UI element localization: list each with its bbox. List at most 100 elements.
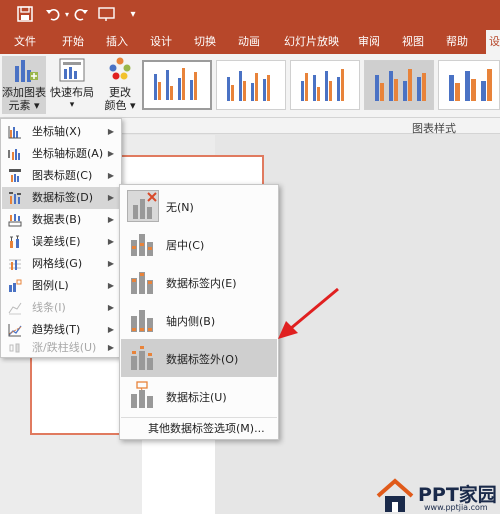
gridlines-icon [8, 257, 22, 271]
submenu-arrow-icon: ▶ [107, 127, 114, 136]
menu-item-label: 数据表(B) [32, 213, 82, 226]
submenu-arrow-icon: ▶ [107, 215, 114, 224]
menu-item-label: 网格线(G) [32, 257, 83, 270]
tab-transitions[interactable]: 切换 [194, 30, 216, 54]
data-labels-submenu: 无(N) 居中(C) 数据标签内(E) 轴内侧(B) 数据标签外(O) 数据标注… [119, 184, 279, 440]
watermark: PPT家园 www.pptjia.com [374, 476, 500, 514]
add-chart-element-label-2: 元素 [8, 99, 31, 112]
annotation-arrow-icon [278, 287, 339, 339]
submenu-arrow-icon: ▶ [107, 281, 114, 290]
axis-titles-icon [8, 147, 22, 161]
data-labels-inside-end-option[interactable]: 数据标签内(E) [121, 263, 277, 301]
change-colors-label-2: 颜色 [104, 99, 127, 112]
title-bar: ▾ ▾ [0, 0, 500, 30]
data-table-icon [8, 213, 22, 227]
chart-styles-group-label: 图表样式 [412, 122, 456, 135]
chart-style-4[interactable] [364, 60, 434, 110]
quick-layout-button[interactable]: 快速布局 ▾ [50, 56, 94, 114]
quick-layout-icon [57, 56, 87, 84]
menu-item-label: 坐标轴(X) [32, 125, 82, 138]
menu-item-data-labels[interactable]: 数据标签(D) ▶ [2, 187, 120, 209]
option-label: 数据标签外(O) [166, 353, 239, 366]
tab-slideshow[interactable]: 幻灯片放映 [284, 30, 339, 54]
house-logo-icon [376, 478, 414, 512]
ribbon-tabs: 文件 开始 插入 设计 切换 动画 幻灯片放映 审阅 视图 帮助 设 [0, 30, 500, 54]
option-label: 居中(C) [166, 239, 205, 252]
legend-icon [8, 279, 22, 293]
menu-item-axes[interactable]: 坐标轴(X) ▶ [2, 121, 120, 143]
quick-layout-label: 快速布局 [50, 86, 94, 99]
chart-style-3[interactable] [290, 60, 360, 110]
tab-insert[interactable]: 插入 [106, 30, 128, 54]
menu-item-legend[interactable]: 图例(L) ▶ [2, 275, 120, 297]
add-chart-element-label: 添加图表 [2, 86, 46, 99]
chart-style-1[interactable] [142, 60, 212, 110]
menu-item-label: 坐标轴标题(A) [32, 147, 104, 160]
menu-separator [121, 417, 277, 418]
data-labels-icon [8, 191, 22, 205]
add-chart-element-button[interactable]: 添加图表 元素 ▾ [2, 56, 46, 114]
tab-review[interactable]: 审阅 [358, 30, 380, 54]
menu-item-label: 线条(I) [32, 301, 66, 314]
data-labels-center-option[interactable]: 居中(C) [121, 225, 277, 263]
menu-item-label: 图表标题(C) [32, 169, 93, 182]
tab-chart-design[interactable]: 设 [486, 30, 500, 54]
more-data-label-options[interactable]: 其他数据标签选项(M)... [148, 420, 265, 436]
chart-style-5[interactable] [438, 60, 500, 110]
submenu-arrow-icon: ▶ [107, 237, 114, 246]
present-from-start-icon[interactable] [98, 6, 116, 24]
submenu-arrow-icon: ▶ [107, 171, 114, 180]
data-labels-none-icon [127, 190, 159, 222]
save-icon[interactable] [16, 6, 34, 24]
data-callout-icon [127, 380, 159, 412]
add-chart-element-menu: 坐标轴(X) ▶ 坐标轴标题(A) ▶ 图表标题(C) ▶ 数据标签(D) ▶ … [0, 118, 122, 358]
chart-title-icon [8, 169, 22, 183]
menu-item-chart-title[interactable]: 图表标题(C) ▶ [2, 165, 120, 187]
palette-icon [105, 56, 135, 84]
data-labels-inside-base-option[interactable]: 轴内侧(B) [121, 301, 277, 339]
menu-item-axis-titles[interactable]: 坐标轴标题(A) ▶ [2, 143, 120, 165]
menu-item-lines: 线条(I) ▶ [2, 297, 120, 319]
submenu-arrow-icon: ▶ [107, 193, 114, 202]
data-labels-outside-end-option[interactable]: 数据标签外(O) [121, 339, 277, 377]
submenu-arrow-icon: ▶ [107, 149, 114, 158]
menu-item-label: 误差线(E) [32, 235, 81, 248]
tab-view[interactable]: 视图 [402, 30, 424, 54]
change-colors-button[interactable]: 更改 颜色 ▾ [100, 56, 140, 114]
up-down-bars-icon [8, 341, 22, 355]
data-labels-none-option[interactable]: 无(N) [121, 187, 277, 225]
option-label: 数据标注(U) [166, 391, 227, 404]
menu-item-label: 图例(L) [32, 279, 69, 292]
option-label: 无(N) [166, 201, 194, 214]
menu-item-error-bars[interactable]: 误差线(E) ▶ [2, 231, 120, 253]
submenu-arrow-icon: ▶ [107, 303, 114, 312]
tab-file[interactable]: 文件 [14, 30, 36, 54]
tab-design[interactable]: 设计 [150, 30, 172, 54]
option-label: 轴内侧(B) [166, 315, 216, 328]
error-bars-icon [8, 235, 22, 249]
data-callout-option[interactable]: 数据标注(U) [121, 377, 277, 415]
option-label: 数据标签内(E) [166, 277, 237, 290]
menu-item-data-table[interactable]: 数据表(B) ▶ [2, 209, 120, 231]
data-labels-inside-base-icon [127, 304, 159, 336]
data-labels-center-icon [127, 228, 159, 260]
trendline-icon [8, 323, 22, 337]
data-labels-inside-end-icon [127, 266, 159, 298]
menu-item-gridlines[interactable]: 网格线(G) ▶ [2, 253, 120, 275]
submenu-arrow-icon: ▶ [107, 259, 114, 268]
menu-item-label: 涨/跌柱线(U) [32, 341, 97, 354]
redo-icon[interactable] [72, 6, 90, 24]
submenu-arrow-icon: ▶ [107, 343, 114, 352]
tab-help[interactable]: 帮助 [446, 30, 468, 54]
tab-home[interactable]: 开始 [62, 30, 84, 54]
tab-animations[interactable]: 动画 [238, 30, 260, 54]
menu-item-up-down-bars: 涨/跌柱线(U) ▶ [2, 337, 120, 359]
chart-style-2[interactable] [216, 60, 286, 110]
menu-item-label: 数据标签(D) [32, 191, 94, 204]
watermark-url: www.pptjia.com [424, 503, 488, 512]
lines-icon [8, 301, 22, 315]
customize-qat-icon[interactable]: ▾ [124, 6, 142, 24]
ribbon: 添加图表 元素 ▾ 快速布局 ▾ 更改 颜色 ▾ [0, 54, 500, 118]
change-colors-label: 更改 [109, 86, 131, 99]
data-labels-outside-end-icon [127, 342, 159, 374]
